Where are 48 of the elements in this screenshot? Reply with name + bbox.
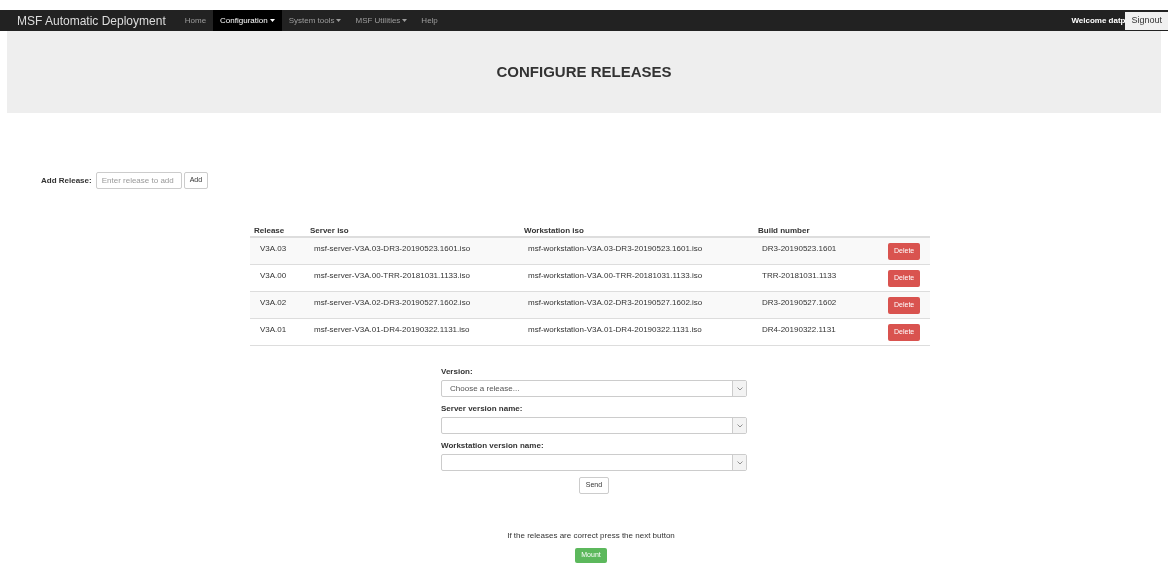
field-label: Version: — [441, 366, 474, 378]
nav-item[interactable]: Help — [414, 10, 445, 31]
table-cell-text: V3A.01 — [259, 324, 288, 336]
column-header: Build number — [758, 224, 811, 237]
chevron-down-icon — [736, 460, 743, 465]
table-cell-text: V3A.00 — [259, 270, 288, 282]
table-cell-text: DR3-20190527.1602 — [761, 297, 838, 309]
column-header: Workstation iso — [524, 224, 585, 237]
field-label: Server version name: — [441, 403, 524, 415]
select-field[interactable] — [441, 417, 747, 434]
welcome-text: Welcome datp — [1071, 14, 1126, 27]
column-header: Release — [254, 224, 286, 237]
field-label: Workstation version name: — [441, 440, 545, 452]
dropdown-toggle[interactable] — [732, 455, 746, 470]
nav-item[interactable]: System tools — [281, 10, 349, 31]
table-cell-text: msf-workstation-V3A.01-DR4-20190322.1131.iso — [527, 324, 703, 336]
table-cell-text: V3A.03 — [259, 243, 288, 255]
chevron-down-icon — [736, 423, 743, 428]
caret-icon — [402, 19, 408, 22]
table-cell-text: msf-workstation-V3A.00-TRR-20181031.1133.iso — [527, 270, 704, 282]
table-cell-text: DR4-20190322.1131 — [761, 324, 837, 336]
table-cell-text: msf-workstation-V3A.02-DR3-20190527.1602.iso — [527, 297, 704, 309]
page-title: CONFIGURE RELEASES — [496, 61, 672, 82]
table-cell-text: TRR-20181031.1133 — [761, 270, 838, 282]
nav-item[interactable]: Home — [177, 10, 214, 31]
nav-item[interactable]: Configuration — [213, 10, 282, 31]
signout-button[interactable]: Signout — [1125, 11, 1168, 30]
table-cell-text: msf-server-V3A.03-DR3-20190523.1601.iso — [313, 243, 472, 255]
table-cell-text: msf-server-V3A.02-DR3-20190527.1602.iso — [313, 297, 472, 309]
table-cell-text: msf-server-V3A.00-TRR-20181031.1133.iso — [313, 270, 471, 282]
chevron-down-icon — [736, 386, 743, 391]
add-release-label: Add Release: — [41, 174, 92, 187]
table-cell-text: msf-workstation-V3A.03-DR3-20190523.1601.iso — [527, 243, 704, 255]
brand-title[interactable]: MSF Automatic Deployment — [17, 11, 166, 30]
column-header: Server iso — [310, 224, 350, 237]
table-cell-text: msf-server-V3A.01-DR4-20190322.1131.iso — [313, 324, 471, 336]
select-field[interactable]: Choose a release... — [441, 380, 747, 397]
nav-item[interactable]: MSF Utilities — [348, 10, 415, 31]
select-field[interactable] — [441, 454, 747, 471]
select-placeholder: Choose a release... — [449, 382, 521, 395]
release-input[interactable]: Enter release to add — [95, 172, 182, 189]
table-cell-text: V3A.02 — [259, 297, 288, 309]
table-cell-text: DR3-20190523.1601 — [761, 243, 838, 255]
caret-icon — [336, 19, 342, 22]
dropdown-toggle[interactable] — [732, 418, 746, 433]
instruction-text: If the releases are correct press the next button — [507, 530, 675, 542]
caret-icon — [269, 19, 275, 22]
dropdown-toggle[interactable] — [732, 381, 746, 396]
